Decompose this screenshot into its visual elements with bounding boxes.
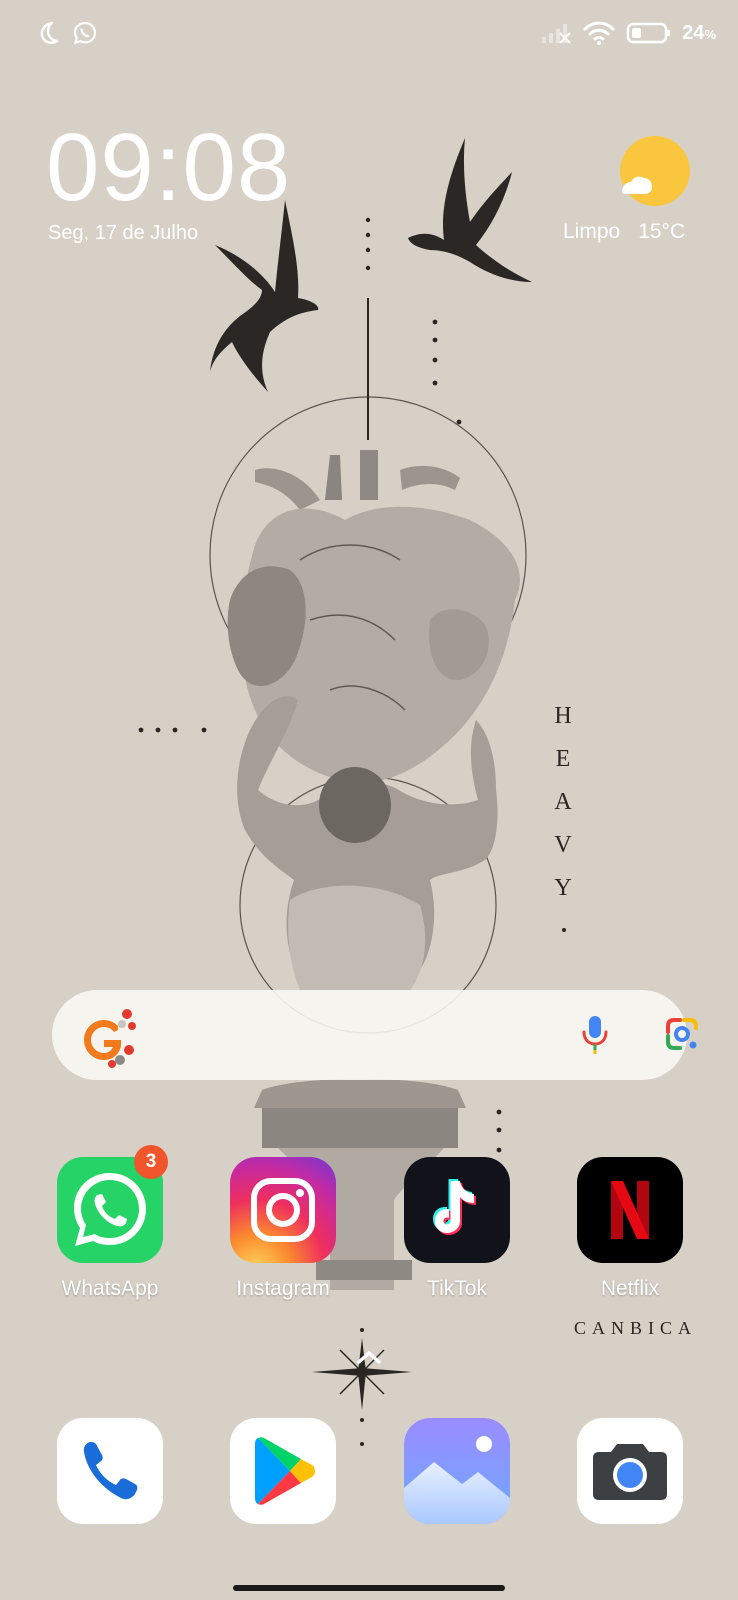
app-label: Netflix	[600, 1277, 660, 1300]
wallpaper-brand-text: CANBICA	[574, 1318, 698, 1338]
no-signal-icon	[542, 24, 571, 44]
tiktok-icon	[404, 1157, 510, 1263]
voice-search-button[interactable]	[580, 1012, 610, 1061]
play-store-glyph-icon	[255, 1437, 315, 1505]
dock-play-store[interactable]	[223, 1418, 343, 1524]
camera-glyph-icon	[593, 1444, 667, 1500]
app-tiktok[interactable]: TikTok	[397, 1157, 517, 1301]
dock-camera[interactable]	[570, 1418, 690, 1524]
weather-summary[interactable]: Limpo 15°C	[563, 220, 685, 244]
wallpaper-letter: A	[554, 789, 572, 815]
wallpaper-letter: H	[554, 703, 572, 729]
weather-condition: Limpo	[563, 220, 621, 243]
phone-icon	[57, 1418, 163, 1524]
notification-badge: 3	[134, 1145, 168, 1179]
netflix-glyph-icon	[611, 1181, 649, 1239]
wallpaper-vertical-text: H E A V Y	[552, 695, 574, 910]
clock-time[interactable]: 09:08	[46, 120, 291, 216]
app-instagram[interactable]: Instagram	[223, 1157, 343, 1301]
gesture-nav-handle[interactable]	[233, 1585, 505, 1591]
google-logo-icon	[84, 1009, 136, 1068]
status-bar: 24%	[0, 0, 738, 70]
status-left-icons	[36, 20, 98, 46]
camera-icon	[577, 1418, 683, 1524]
app-netflix[interactable]: Netflix	[570, 1157, 690, 1301]
wallpaper-letter: Y	[554, 875, 572, 901]
app-label: TikTok	[427, 1277, 487, 1300]
battery-percent: 24%	[682, 21, 716, 44]
instagram-icon	[230, 1157, 336, 1263]
app-drawer-chevron-icon[interactable]	[355, 1348, 383, 1366]
status-right-icons: 24%	[540, 20, 716, 46]
lens-search-button[interactable]	[662, 1014, 702, 1059]
wifi-icon	[583, 21, 615, 45]
sun-cloud-icon[interactable]	[618, 134, 692, 208]
phone-glyph-icon	[83, 1442, 138, 1500]
play-store-icon	[230, 1418, 336, 1524]
dock-gallery[interactable]	[397, 1418, 517, 1524]
app-label: WhatsApp	[61, 1277, 159, 1300]
app-whatsapp[interactable]: 3 WhatsApp	[50, 1145, 170, 1301]
clock-date[interactable]: Seg, 17 de Julho	[48, 222, 198, 245]
wallpaper-letter: V	[554, 832, 572, 858]
tiktok-glyph-icon	[433, 1179, 476, 1235]
search-bar[interactable]	[52, 990, 698, 1080]
app-label: Instagram	[236, 1277, 330, 1300]
wallpaper-letter: E	[555, 746, 571, 772]
google-lens-icon	[666, 1018, 698, 1050]
moon-icon	[40, 21, 59, 44]
dock-phone[interactable]	[50, 1418, 170, 1524]
gallery-glyph-icon	[404, 1418, 510, 1524]
whatsapp-notification-icon	[73, 21, 97, 45]
gallery-icon	[404, 1418, 510, 1524]
netflix-icon	[577, 1157, 683, 1263]
mic-icon	[582, 1016, 608, 1054]
instagram-glyph-icon	[230, 1157, 336, 1263]
battery-icon	[626, 22, 671, 44]
weather-temperature: 15°C	[638, 220, 686, 243]
